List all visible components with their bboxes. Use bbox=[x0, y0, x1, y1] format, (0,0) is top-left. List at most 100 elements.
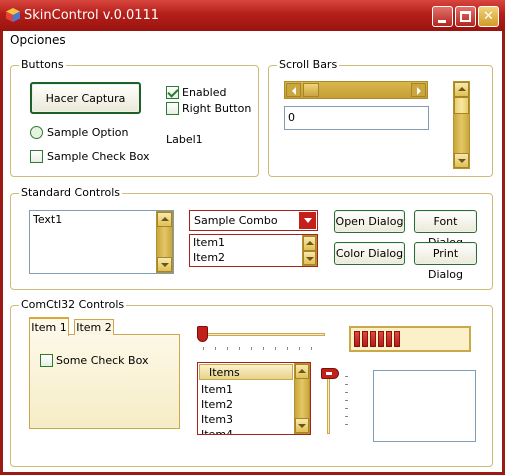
sample-combo[interactable]: Sample Combo bbox=[189, 210, 318, 231]
scroll-left-button[interactable] bbox=[286, 83, 301, 97]
standard-controls-group: Standard Controls Text1 Sample Combo Ite… bbox=[10, 186, 493, 290]
horizontal-scroll-thumb[interactable] bbox=[303, 83, 319, 97]
listview-scroll-down-button[interactable] bbox=[295, 418, 309, 433]
list-item[interactable]: Item2 bbox=[190, 250, 317, 265]
items-listview[interactable]: Items Item1 Item2 Item3 Item4 bbox=[197, 362, 311, 435]
horizontal-scrollbar[interactable] bbox=[284, 81, 428, 99]
scroll-value-field[interactable]: 0 bbox=[284, 106, 429, 130]
standard-controls-group-title: Standard Controls bbox=[19, 186, 123, 199]
font-dialog-button[interactable]: Font Dialog bbox=[414, 210, 477, 249]
tab-item-1[interactable]: Item 1 bbox=[29, 317, 69, 336]
minimize-icon bbox=[438, 20, 446, 23]
down-arrow-icon bbox=[298, 424, 306, 428]
enabled-checkbox[interactable] bbox=[166, 86, 179, 99]
list-item[interactable]: Item2 bbox=[200, 397, 233, 412]
maximize-button[interactable] bbox=[455, 6, 476, 27]
sample-check-box[interactable] bbox=[30, 150, 43, 163]
chevron-down-icon bbox=[303, 218, 312, 223]
client-area: Opciones Buttons Hacer Captura Sample Op… bbox=[3, 31, 502, 472]
enabled-label: Enabled bbox=[182, 86, 227, 99]
progress-segment bbox=[370, 331, 376, 347]
up-arrow-icon bbox=[298, 369, 306, 373]
text-area-content: Text1 bbox=[33, 213, 63, 226]
up-arrow-icon bbox=[457, 87, 466, 91]
listview-header[interactable]: Items bbox=[199, 364, 293, 380]
scroll-bars-group: Scroll Bars 0 bbox=[268, 58, 493, 177]
print-dialog-button[interactable]: Print Dialog bbox=[414, 242, 477, 281]
comctl32-group-title: ComCtl32 Controls bbox=[19, 298, 127, 311]
vertical-slider-track bbox=[327, 370, 330, 434]
down-arrow-icon bbox=[160, 263, 169, 267]
combo-value: Sample Combo bbox=[194, 214, 278, 227]
progress-bar bbox=[349, 326, 471, 352]
title-bar[interactable]: SkinControl v.0.0111 ✕ bbox=[0, 0, 505, 31]
menu-bar: Opciones bbox=[3, 31, 502, 51]
scroll-up-button[interactable] bbox=[454, 82, 469, 97]
listbox-scrollbar[interactable] bbox=[302, 235, 317, 266]
empty-frame bbox=[373, 370, 476, 442]
maximize-icon bbox=[460, 11, 471, 22]
progress-segment bbox=[362, 331, 368, 347]
scroll-bars-group-title: Scroll Bars bbox=[277, 58, 340, 71]
some-check-box-label: Some Check Box bbox=[56, 354, 149, 367]
right-button-checkbox[interactable] bbox=[166, 102, 179, 115]
vertical-scrollbar[interactable] bbox=[453, 81, 470, 169]
text-area-scrollbar[interactable] bbox=[156, 211, 173, 273]
scroll-right-button[interactable] bbox=[411, 83, 426, 97]
left-arrow-icon bbox=[291, 87, 296, 95]
progress-segment bbox=[386, 331, 392, 347]
listview-scroll-up-button[interactable] bbox=[295, 364, 309, 379]
standard-listbox[interactable]: Item1 Item2 bbox=[189, 234, 318, 267]
buttons-group: Buttons Hacer Captura Sample Option Samp… bbox=[10, 58, 259, 177]
app-cube-icon bbox=[6, 8, 20, 22]
menu-opciones[interactable]: Opciones bbox=[10, 33, 66, 47]
close-icon: ✕ bbox=[483, 9, 494, 24]
horizontal-slider[interactable] bbox=[197, 322, 327, 350]
sample-option-radio[interactable] bbox=[30, 126, 43, 139]
listbox-scroll-down-button[interactable] bbox=[303, 251, 316, 265]
open-dialog-button[interactable]: Open Dialog bbox=[334, 210, 405, 233]
tab-panel: Some Check Box bbox=[29, 334, 180, 429]
slider-track bbox=[199, 333, 325, 336]
combo-dropdown-button[interactable] bbox=[299, 212, 316, 229]
up-arrow-icon bbox=[160, 217, 169, 221]
tab-item-2[interactable]: Item 2 bbox=[74, 319, 114, 335]
label1: Label1 bbox=[166, 133, 203, 146]
color-dialog-button[interactable]: Color Dialog bbox=[334, 242, 405, 265]
up-arrow-icon bbox=[305, 241, 314, 245]
list-item[interactable]: Item1 bbox=[200, 382, 233, 397]
sample-check-box-label: Sample Check Box bbox=[47, 150, 150, 163]
list-item[interactable]: Item4 bbox=[200, 427, 233, 434]
some-check-box[interactable] bbox=[40, 354, 53, 367]
text-scroll-up-button[interactable] bbox=[157, 212, 172, 227]
text-area[interactable]: Text1 bbox=[29, 210, 174, 274]
text-scroll-down-button[interactable] bbox=[157, 257, 172, 272]
down-arrow-icon bbox=[305, 257, 314, 261]
progress-fill bbox=[354, 331, 400, 347]
right-arrow-icon bbox=[416, 87, 421, 95]
list-item[interactable]: Item3 bbox=[200, 412, 233, 427]
progress-segment bbox=[378, 331, 384, 347]
vertical-slider[interactable] bbox=[319, 368, 349, 436]
listview-header-label: Items bbox=[209, 366, 240, 379]
slider-thumb[interactable] bbox=[197, 326, 208, 342]
progress-segment bbox=[394, 331, 400, 347]
listview-items: Item1 Item2 Item3 Item4 bbox=[200, 382, 233, 434]
right-button-label: Right Button bbox=[182, 102, 252, 115]
sample-option-label: Sample Option bbox=[47, 126, 129, 139]
buttons-group-title: Buttons bbox=[19, 58, 66, 71]
vertical-slider-ticks bbox=[345, 376, 348, 432]
vertical-slider-thumb[interactable] bbox=[321, 368, 339, 379]
minimize-button[interactable] bbox=[432, 6, 453, 27]
scroll-down-button[interactable] bbox=[454, 153, 469, 168]
progress-segment bbox=[354, 331, 360, 347]
window-title: SkinControl v.0.0111 bbox=[24, 8, 160, 23]
list-item[interactable]: Item1 bbox=[190, 235, 317, 250]
listbox-scroll-up-button[interactable] bbox=[303, 236, 316, 251]
comctl32-controls-group: ComCtl32 Controls Some Check Box Item 1 … bbox=[10, 298, 493, 467]
listview-scrollbar[interactable] bbox=[294, 363, 310, 434]
vertical-scroll-thumb[interactable] bbox=[454, 97, 469, 114]
hacer-captura-button[interactable]: Hacer Captura bbox=[30, 82, 141, 114]
main-window: SkinControl v.0.0111 ✕ Opciones Buttons … bbox=[0, 0, 505, 475]
close-button[interactable]: ✕ bbox=[478, 6, 499, 27]
